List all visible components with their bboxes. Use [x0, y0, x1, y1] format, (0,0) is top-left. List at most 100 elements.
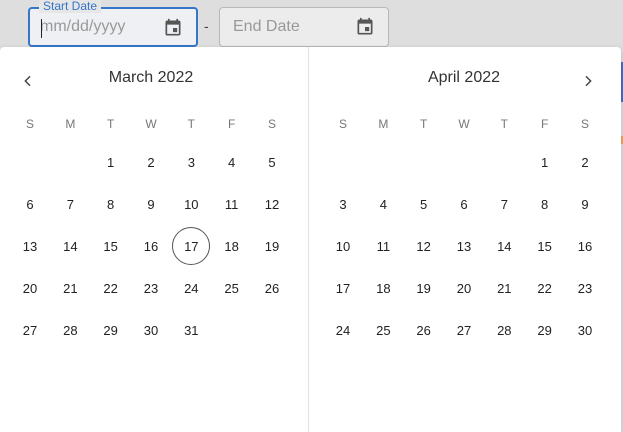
day-cell[interactable]: 6 [10, 183, 50, 225]
day-cell[interactable]: 31 [171, 309, 211, 351]
end-date-field[interactable] [219, 7, 389, 47]
day-cell[interactable]: 3 [323, 183, 363, 225]
day-cell[interactable]: 11 [363, 225, 403, 267]
day-cell[interactable]: 18 [363, 267, 403, 309]
day-cell[interactable]: 23 [565, 267, 605, 309]
day-cell[interactable]: 8 [525, 183, 565, 225]
day-cell[interactable]: 14 [484, 225, 524, 267]
day-number: 16 [143, 238, 159, 254]
day-cell[interactable]: 4 [212, 141, 252, 183]
day-cell[interactable]: 22 [91, 267, 131, 309]
day-number: 3 [187, 154, 195, 170]
day-cell[interactable]: 2 [565, 141, 605, 183]
day-cell[interactable]: 10 [323, 225, 363, 267]
day-cell[interactable]: 22 [525, 267, 565, 309]
day-cell[interactable]: 30 [565, 309, 605, 351]
day-cell[interactable]: 9 [565, 183, 605, 225]
day-number: 22 [103, 280, 118, 296]
day-cell[interactable]: 27 [444, 309, 484, 351]
day-cell[interactable]: 15 [91, 225, 131, 267]
day-cell[interactable]: 5 [252, 141, 292, 183]
weekday-header: F [227, 117, 236, 131]
day-cell[interactable]: 26 [404, 309, 444, 351]
month-divider [308, 47, 309, 432]
weekday-header: W [145, 117, 157, 131]
day-cell[interactable]: 2 [131, 141, 171, 183]
day-number: 27 [22, 322, 38, 338]
day-cell[interactable]: 26 [252, 267, 292, 309]
day-cell[interactable]: 13 [444, 225, 484, 267]
day-cell-today[interactable]: 17 [171, 225, 211, 267]
day-cell[interactable]: 11 [212, 183, 252, 225]
day-cell[interactable]: 16 [131, 225, 171, 267]
weekday-header: T [187, 117, 195, 131]
day-cell[interactable]: 1 [525, 141, 565, 183]
day-number: 2 [581, 154, 589, 170]
day-cell[interactable]: 7 [50, 183, 90, 225]
day-number: 20 [456, 280, 472, 296]
start-calendar-button[interactable] [162, 17, 184, 39]
day-number: 14 [497, 238, 512, 254]
day-grid: S M T W T F S 1 2 3 4 5 6 7 8 9 10 11 12 13 14 15 16 17 18 19 20 21… [323, 107, 605, 351]
day-number: 18 [376, 280, 391, 296]
day-cell[interactable]: 4 [363, 183, 403, 225]
start-date-field[interactable]: Start Date [28, 0, 198, 47]
day-cell[interactable]: 20 [10, 267, 50, 309]
day-number: 11 [224, 196, 239, 212]
end-calendar-button[interactable] [354, 16, 376, 38]
day-cell[interactable]: 18 [212, 225, 252, 267]
day-cell[interactable]: 23 [131, 267, 171, 309]
day-cell[interactable]: 12 [404, 225, 444, 267]
day-cell[interactable]: 15 [525, 225, 565, 267]
day-cell[interactable]: 19 [252, 225, 292, 267]
weekday-header: T [106, 117, 115, 131]
day-cell[interactable]: 7 [484, 183, 524, 225]
day-number: 23 [577, 280, 593, 296]
day-cell[interactable]: 5 [404, 183, 444, 225]
end-date-input[interactable] [220, 8, 344, 46]
empty-day-cell [484, 141, 524, 183]
day-number: 23 [143, 280, 159, 296]
day-number: 4 [379, 196, 387, 212]
day-number: 30 [577, 322, 593, 338]
day-number: 2 [147, 154, 155, 170]
day-number: 31 [184, 322, 199, 338]
day-cell[interactable]: 17 [323, 267, 363, 309]
day-cell[interactable]: 21 [484, 267, 524, 309]
day-cell[interactable]: 19 [404, 267, 444, 309]
day-cell[interactable]: 25 [363, 309, 403, 351]
weekday-header: M [378, 117, 389, 131]
day-cell[interactable]: 20 [444, 267, 484, 309]
day-cell[interactable]: 3 [171, 141, 211, 183]
weekday-header: M [65, 117, 76, 131]
weekday-header: T [419, 117, 428, 131]
day-cell[interactable]: 24 [323, 309, 363, 351]
day-number: 12 [264, 196, 280, 212]
day-number: 20 [22, 280, 38, 296]
start-date-input[interactable] [30, 9, 154, 45]
day-cell[interactable]: 21 [50, 267, 90, 309]
range-separator: - [204, 18, 209, 34]
day-cell[interactable]: 9 [131, 183, 171, 225]
day-cell[interactable]: 1 [91, 141, 131, 183]
day-number: 28 [497, 322, 512, 338]
day-cell[interactable]: 29 [91, 309, 131, 351]
day-cell[interactable]: 27 [10, 309, 50, 351]
day-cell[interactable]: 29 [525, 309, 565, 351]
day-cell[interactable]: 24 [171, 267, 211, 309]
day-cell[interactable]: 10 [171, 183, 211, 225]
empty-day-cell [444, 141, 484, 183]
day-cell[interactable]: 16 [565, 225, 605, 267]
day-cell[interactable]: 6 [444, 183, 484, 225]
day-cell[interactable]: 28 [50, 309, 90, 351]
day-cell[interactable]: 13 [10, 225, 50, 267]
day-cell[interactable]: 30 [131, 309, 171, 351]
day-number: 30 [143, 322, 159, 338]
day-number: 9 [147, 196, 155, 212]
day-cell[interactable]: 28 [484, 309, 524, 351]
day-cell[interactable]: 14 [50, 225, 90, 267]
day-cell[interactable]: 25 [212, 267, 252, 309]
day-cell[interactable]: 8 [91, 183, 131, 225]
day-cell[interactable]: 12 [252, 183, 292, 225]
day-number: 27 [456, 322, 472, 338]
